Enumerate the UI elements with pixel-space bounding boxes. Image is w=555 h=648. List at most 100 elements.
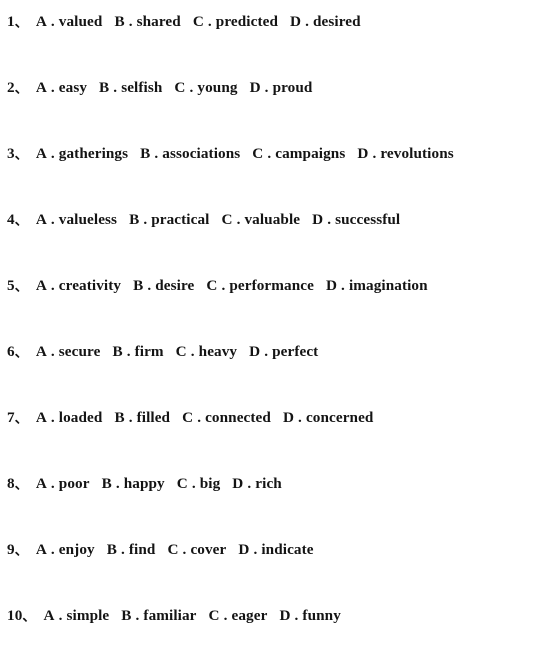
answer-option[interactable]: A. enjoy bbox=[36, 541, 95, 558]
option-letter: C bbox=[206, 277, 218, 294]
answer-option[interactable]: A. easy bbox=[36, 79, 87, 96]
question-number: 1 bbox=[7, 13, 15, 30]
answer-option[interactable]: B. shared bbox=[114, 13, 180, 30]
answer-option[interactable]: D. rich bbox=[232, 475, 282, 492]
option-separator: . bbox=[221, 277, 226, 294]
option-separator: . bbox=[294, 607, 299, 624]
option-separator: . bbox=[264, 79, 269, 96]
option-separator: . bbox=[267, 145, 272, 162]
question-row: 9、 A. enjoy B. find C. cover D. indicate bbox=[7, 541, 314, 559]
answer-option[interactable]: D. desired bbox=[290, 13, 361, 30]
answer-option[interactable]: D. successful bbox=[312, 211, 400, 228]
option-letter: B bbox=[140, 145, 151, 162]
option-word: connected bbox=[205, 409, 271, 426]
answer-option[interactable]: A. secure bbox=[36, 343, 101, 360]
answer-option[interactable]: C. connected bbox=[182, 409, 271, 426]
answer-option[interactable]: C. performance bbox=[206, 277, 314, 294]
option-word: funny bbox=[302, 607, 341, 624]
option-letter: A bbox=[43, 607, 55, 624]
option-word: find bbox=[128, 541, 156, 558]
option-word: associations bbox=[162, 145, 241, 162]
option-word: easy bbox=[58, 79, 88, 96]
option-letter: A bbox=[35, 277, 47, 294]
option-separator: . bbox=[197, 409, 202, 426]
answer-option[interactable]: C. young bbox=[174, 79, 237, 96]
option-letter: D bbox=[290, 13, 302, 30]
answer-option[interactable]: A. valueless bbox=[36, 211, 117, 228]
answer-option[interactable]: D. revolutions bbox=[357, 145, 453, 162]
answer-option[interactable]: C. heavy bbox=[176, 343, 237, 360]
answer-option[interactable]: D. funny bbox=[279, 607, 340, 624]
question-number: 9 bbox=[7, 541, 15, 558]
option-letter: A bbox=[35, 475, 47, 492]
option-letter: A bbox=[35, 79, 47, 96]
answer-option[interactable]: C. valuable bbox=[221, 211, 300, 228]
option-word: predicted bbox=[215, 13, 279, 30]
question-row: 1、 A. valued B. shared C. predicted D. desired bbox=[7, 13, 361, 31]
answer-option[interactable]: C. big bbox=[177, 475, 221, 492]
option-word: revolutions bbox=[380, 145, 454, 162]
option-word: gatherings bbox=[58, 145, 129, 162]
option-letter: C bbox=[221, 211, 233, 228]
answer-option[interactable]: C. campaigns bbox=[252, 145, 345, 162]
answer-option[interactable]: B. familiar bbox=[121, 607, 196, 624]
answer-option[interactable]: A. gatherings bbox=[36, 145, 128, 162]
option-letter: D bbox=[282, 409, 295, 426]
answer-option[interactable]: B. practical bbox=[129, 211, 209, 228]
option-separator: . bbox=[189, 79, 194, 96]
option-separator: . bbox=[223, 607, 228, 624]
enumeration-mark: 、 bbox=[14, 543, 28, 558]
question-row: 6、 A. secure B. firm C. heavy D. perfect bbox=[7, 343, 318, 361]
answer-option[interactable]: D. perfect bbox=[249, 343, 318, 360]
option-letter: B bbox=[129, 211, 140, 228]
answer-option[interactable]: D. proud bbox=[250, 79, 313, 96]
option-separator: . bbox=[264, 343, 269, 360]
option-word: successful bbox=[335, 211, 401, 228]
option-separator: . bbox=[372, 145, 377, 162]
answer-option[interactable]: D. imagination bbox=[326, 277, 428, 294]
option-separator: . bbox=[236, 211, 241, 228]
option-separator: . bbox=[147, 277, 152, 294]
answer-option[interactable]: B. find bbox=[107, 541, 156, 558]
option-word: creativity bbox=[58, 277, 122, 294]
answer-option[interactable]: A. simple bbox=[44, 607, 110, 624]
answer-option[interactable]: A. creativity bbox=[36, 277, 121, 294]
option-separator: . bbox=[327, 211, 332, 228]
option-separator: . bbox=[126, 343, 131, 360]
option-word: perfect bbox=[272, 343, 319, 360]
answer-option[interactable]: C. cover bbox=[167, 541, 226, 558]
option-letter: B bbox=[114, 13, 125, 30]
answer-option[interactable]: B. firm bbox=[112, 343, 163, 360]
option-word: indicate bbox=[261, 541, 314, 558]
option-word: heavy bbox=[198, 343, 238, 360]
option-word: concerned bbox=[305, 409, 374, 426]
enumeration-mark: 、 bbox=[22, 609, 36, 624]
answer-option[interactable]: A. valued bbox=[36, 13, 103, 30]
answer-option[interactable]: B. happy bbox=[102, 475, 165, 492]
option-letter: A bbox=[35, 409, 47, 426]
option-separator: . bbox=[50, 541, 55, 558]
answer-option[interactable]: D. indicate bbox=[238, 541, 313, 558]
answer-option[interactable]: B. associations bbox=[140, 145, 240, 162]
answer-option[interactable]: B. selfish bbox=[99, 79, 162, 96]
option-separator: . bbox=[298, 409, 302, 426]
answer-option[interactable]: B. desire bbox=[133, 277, 194, 294]
question-row: 3、 A. gatherings B. associations C. campaigns D… bbox=[7, 145, 454, 163]
option-word: firm bbox=[134, 343, 164, 360]
answer-option[interactable]: B. filled bbox=[114, 409, 170, 426]
answer-option[interactable]: D. concerned bbox=[283, 409, 374, 426]
question-number: 3 bbox=[7, 145, 15, 162]
answer-option[interactable]: A. poor bbox=[36, 475, 90, 492]
answer-option[interactable]: C. eager bbox=[209, 607, 268, 624]
option-separator: . bbox=[50, 145, 55, 162]
option-word: shared bbox=[136, 13, 181, 30]
option-word: valueless bbox=[58, 211, 118, 228]
question-number: 10 bbox=[7, 607, 23, 624]
option-word: desire bbox=[155, 277, 195, 294]
option-separator: . bbox=[207, 13, 212, 30]
answer-option[interactable]: C. predicted bbox=[193, 13, 278, 30]
answer-option[interactable]: A. loaded bbox=[36, 409, 103, 426]
option-separator: . bbox=[50, 211, 55, 228]
option-word: happy bbox=[123, 475, 165, 492]
option-word: eager bbox=[231, 607, 268, 624]
